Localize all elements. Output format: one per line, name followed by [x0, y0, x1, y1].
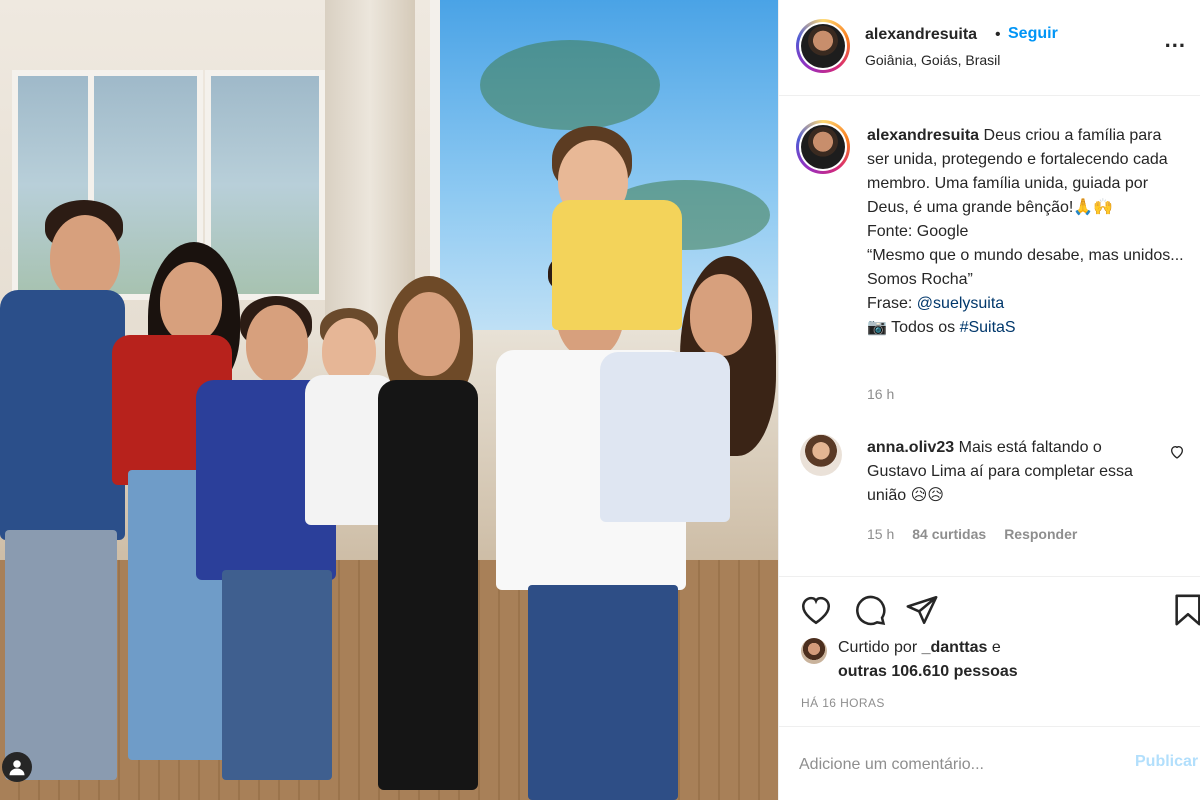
post-header: alexandresuita • Seguir Goiânia, Goiás, …	[779, 0, 1200, 96]
caption-source: Fonte: Google	[867, 223, 969, 240]
comment-avatar[interactable]	[800, 434, 842, 476]
post-photo[interactable]	[0, 0, 778, 800]
liker-avatar[interactable]	[801, 638, 827, 664]
follow-button[interactable]: Seguir	[1008, 25, 1058, 43]
comment-meta: 15 h 84 curtidas Responder	[867, 526, 1077, 542]
author-username[interactable]: alexandresuita	[865, 26, 977, 44]
heart-icon[interactable]	[799, 593, 833, 627]
caption-avatar[interactable]	[796, 120, 850, 174]
comment-username[interactable]: anna.oliv23	[867, 439, 954, 456]
post-side-panel: alexandresuita • Seguir Goiânia, Goiás, …	[778, 0, 1200, 800]
caption-quote: “Mesmo que o mundo desabe, mas unidos...…	[867, 247, 1184, 288]
reply-button[interactable]: Responder	[1004, 526, 1077, 542]
share-icon[interactable]	[905, 593, 939, 627]
post-location[interactable]: Goiânia, Goiás, Brasil	[865, 52, 1000, 68]
caption-timestamp[interactable]: 16 h	[867, 386, 894, 402]
caption-todos-label: 📷 Todos os	[867, 319, 960, 336]
comment-icon[interactable]	[853, 593, 887, 627]
comment-heart-icon[interactable]	[1169, 444, 1185, 460]
comment-timestamp[interactable]: 15 h	[867, 526, 894, 542]
comment-text: anna.oliv23 Mais está faltando o Gustavo…	[867, 436, 1157, 508]
add-comment-bar: Publicar	[779, 726, 1200, 800]
author-avatar[interactable]	[796, 19, 850, 73]
likes-prefix: Curtido por	[838, 639, 922, 656]
caption-text: alexandresuita Deus criou a família para…	[867, 124, 1187, 340]
more-icon[interactable]: ...	[1165, 29, 1186, 51]
liker-username[interactable]: _danttas	[922, 639, 988, 656]
separator-dot: •	[995, 26, 1001, 43]
caption-frase-label: Frase:	[867, 295, 917, 312]
likes-others[interactable]: outras 106.610 pessoas	[838, 663, 1018, 680]
comment-likes[interactable]: 84 curtidas	[912, 526, 986, 542]
post-age[interactable]: HÁ 16 HORAS	[801, 696, 885, 710]
caption-username[interactable]: alexandresuita	[867, 127, 979, 144]
user-icon[interactable]	[2, 752, 32, 782]
mention-link[interactable]: @suelysuita	[917, 295, 1004, 312]
photo-palm	[480, 40, 660, 130]
bookmark-icon[interactable]	[1171, 593, 1200, 627]
comment-input[interactable]	[799, 751, 1099, 779]
publish-button[interactable]: Publicar	[1135, 753, 1198, 771]
hashtag-link[interactable]: #SuitaS	[960, 319, 1016, 336]
likes-connector: e	[987, 639, 1001, 656]
